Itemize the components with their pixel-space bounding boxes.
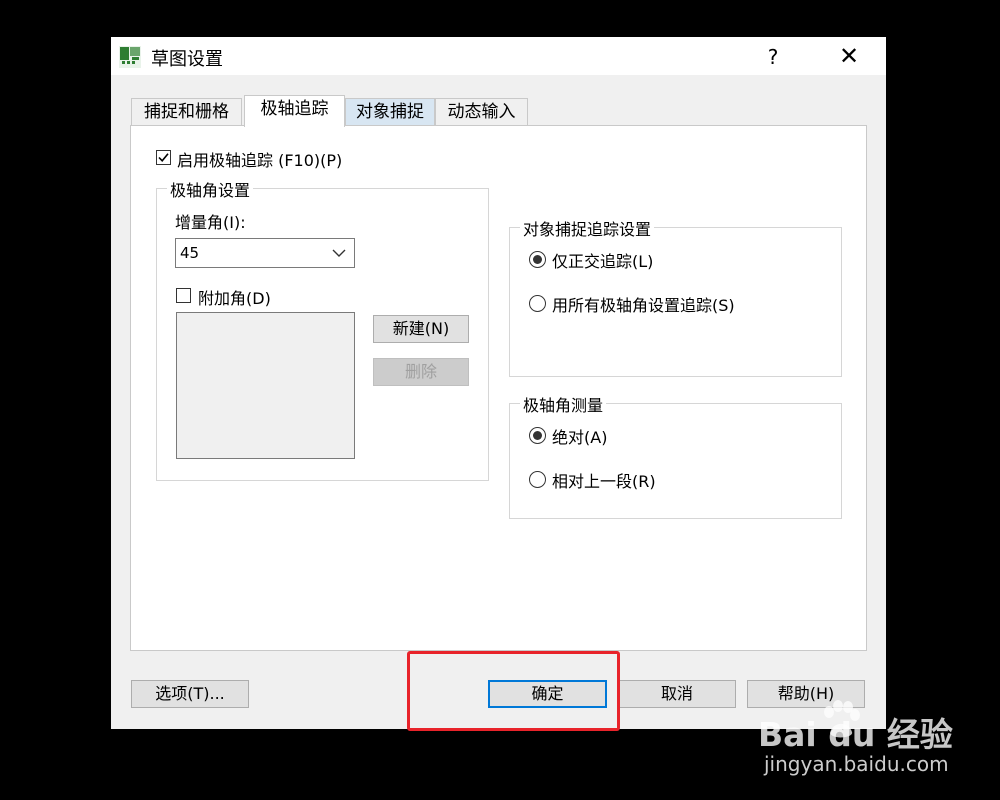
- checkmark-icon: [158, 153, 169, 162]
- relative-radio[interactable]: [529, 471, 546, 488]
- tab-dynamic-input[interactable]: 动态输入: [435, 98, 528, 125]
- additional-angles-checkbox[interactable]: [176, 288, 191, 303]
- radio-selected-dot: [533, 431, 542, 440]
- enable-polar-checkbox[interactable]: [156, 150, 171, 165]
- all-polar-tracking-label: 用所有极轴角设置追踪(S): [552, 296, 735, 315]
- object-snap-tracking-group: 对象捕捉追踪设置 仅正交追踪(L) 用所有极轴角设置追踪(S): [509, 216, 842, 377]
- ortho-tracking-label: 仅正交追踪(L): [552, 252, 654, 271]
- app-icon: [119, 46, 141, 68]
- delete-angle-button[interactable]: 删除: [373, 358, 469, 386]
- absolute-radio[interactable]: [529, 427, 546, 444]
- polar-angle-settings-group: 极轴角设置 增量角(I): 45 附加角(D) 新建(N) 删除: [156, 177, 489, 481]
- radio-selected-dot: [533, 255, 542, 264]
- polar-tracking-panel: 启用极轴追踪 (F10)(P) 极轴角设置 增量角(I): 45 附加角(D) …: [130, 125, 867, 651]
- relative-label: 相对上一段(R): [552, 472, 656, 491]
- ok-button-highlight: [407, 651, 620, 731]
- tab-snap-grid[interactable]: 捕捉和栅格: [131, 98, 242, 125]
- polar-angle-measurement-title: 极轴角测量: [520, 392, 607, 416]
- absolute-label: 绝对(A): [552, 428, 608, 447]
- all-polar-tracking-radio[interactable]: [529, 295, 546, 312]
- close-icon[interactable]: ✕: [829, 41, 869, 71]
- title-bar[interactable]: 草图设置 ? ✕: [111, 37, 886, 75]
- object-snap-tracking-title: 对象捕捉追踪设置: [520, 216, 655, 240]
- cancel-button[interactable]: 取消: [618, 680, 736, 708]
- increment-angle-label: 增量角(I):: [175, 213, 246, 232]
- ortho-tracking-radio[interactable]: [529, 251, 546, 268]
- dialog-title: 草图设置: [151, 49, 223, 70]
- enable-polar-label: 启用极轴追踪 (F10)(P): [177, 151, 343, 170]
- polar-angle-measurement-group: 极轴角测量 绝对(A) 相对上一段(R): [509, 392, 842, 519]
- new-angle-button[interactable]: 新建(N): [373, 315, 469, 343]
- additional-angles-list[interactable]: [176, 312, 355, 459]
- watermark-url: jingyan.baidu.com: [764, 752, 949, 776]
- additional-angles-label: 附加角(D): [198, 289, 271, 308]
- watermark-brand: Bai du 经验: [758, 715, 953, 754]
- tab-polar-tracking[interactable]: 极轴追踪: [244, 95, 345, 127]
- options-button[interactable]: 选项(T)...: [131, 680, 249, 708]
- help-question-icon[interactable]: ?: [759, 43, 787, 71]
- tab-object-snap[interactable]: 对象捕捉: [345, 98, 435, 125]
- drafting-settings-dialog: 草图设置 ? ✕ 捕捉和栅格 极轴追踪 对象捕捉 动态输入 启用极轴追踪 (F1…: [111, 37, 886, 729]
- chevron-down-icon: [332, 249, 346, 257]
- increment-angle-value: 45: [180, 244, 200, 262]
- polar-angle-settings-title: 极轴角设置: [167, 177, 254, 201]
- increment-angle-select[interactable]: 45: [175, 238, 355, 268]
